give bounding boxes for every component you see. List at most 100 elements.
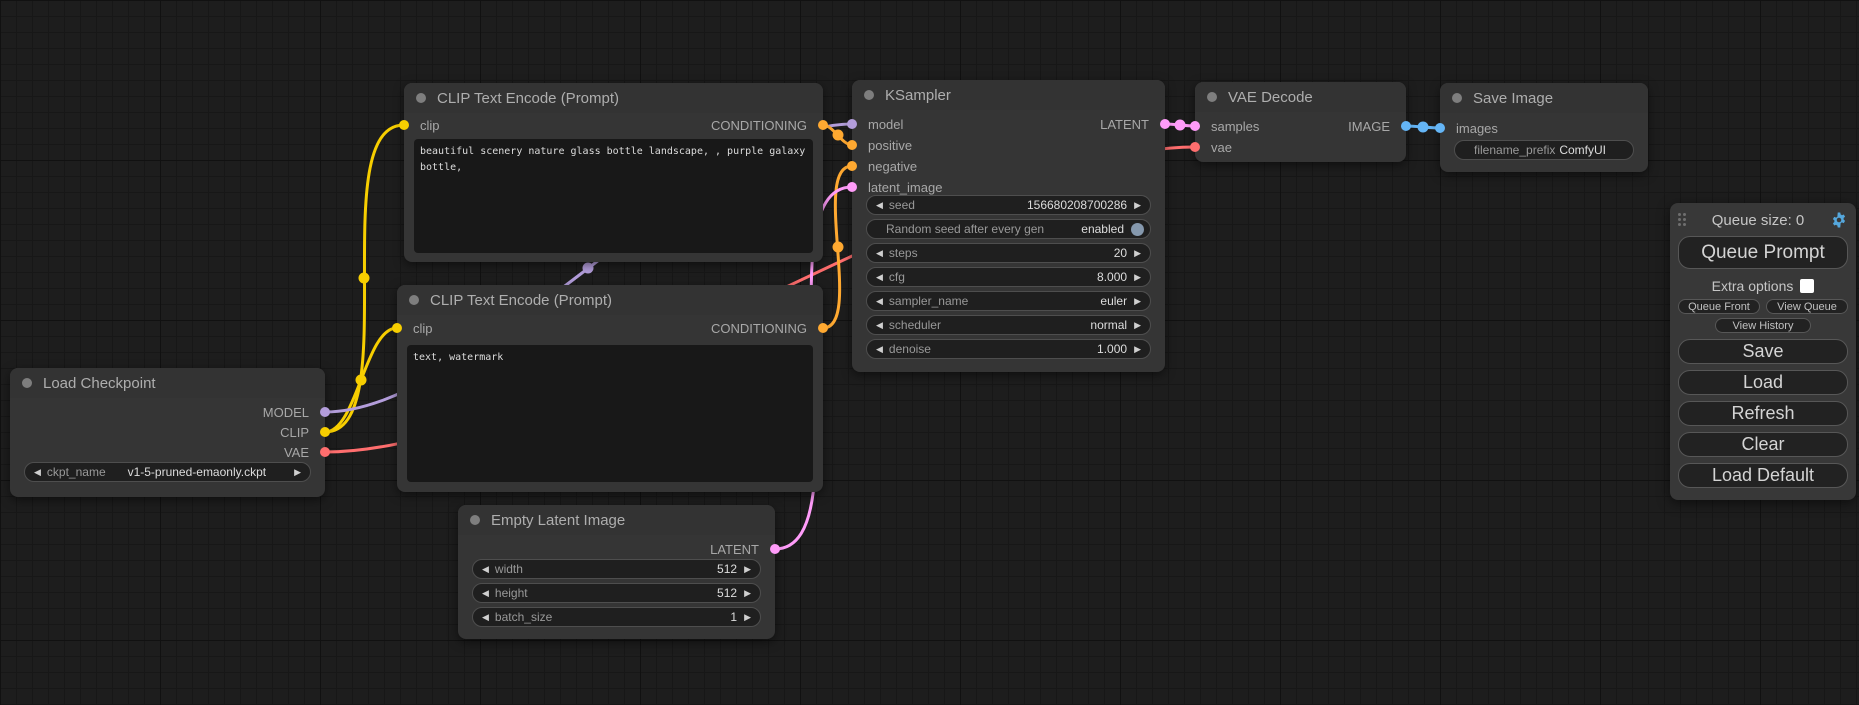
queue-prompt-button[interactable]: Queue Prompt — [1678, 236, 1848, 269]
toggle-knob[interactable] — [1131, 223, 1144, 236]
port-out-vae[interactable] — [320, 447, 330, 457]
widget-ckpt-name[interactable]: ◀ ckpt_name v1-5-pruned-emaonly.ckpt ▶ — [24, 462, 311, 482]
decrement-arrow-icon[interactable]: ◀ — [876, 321, 883, 330]
drag-handle-icon[interactable] — [1678, 213, 1686, 227]
port-out-conditioning[interactable] — [818, 323, 828, 333]
decrement-arrow-icon[interactable]: ◀ — [482, 565, 489, 574]
link-midpoint-dot[interactable] — [356, 375, 367, 386]
port-out-model[interactable] — [320, 407, 330, 417]
widget-denoise[interactable]: ◀ denoise 1.000 ▶ — [866, 339, 1151, 359]
node-title-bar[interactable]: CLIP Text Encode (Prompt) — [397, 285, 823, 315]
increment-arrow-icon[interactable]: ▶ — [1134, 321, 1141, 330]
port-row: positive — [852, 135, 1165, 155]
port-in-negative[interactable] — [847, 161, 857, 171]
link-midpoint-dot[interactable] — [833, 130, 844, 141]
clear-button[interactable]: Clear — [1678, 432, 1848, 457]
port-in-clip[interactable] — [392, 323, 402, 333]
node-clip-text-encode-positive[interactable]: CLIP Text Encode (Prompt) clip CONDITION… — [404, 83, 823, 262]
link-midpoint-dot[interactable] — [359, 273, 370, 284]
node-save-image[interactable]: Save Image images filename_prefix ComfyU… — [1440, 83, 1648, 172]
node-title-bar[interactable]: Empty Latent Image — [458, 505, 775, 535]
port-out-latent[interactable] — [770, 544, 780, 554]
widget-steps[interactable]: ◀ steps 20 ▶ — [866, 243, 1151, 263]
widget-cfg[interactable]: ◀ cfg 8.000 ▶ — [866, 267, 1151, 287]
extra-options-checkbox[interactable] — [1800, 279, 1814, 293]
collapse-dot-icon[interactable] — [1207, 92, 1217, 102]
increment-arrow-icon[interactable]: ▶ — [744, 613, 751, 622]
port-in-samples[interactable] — [1190, 121, 1200, 131]
widget-filename-prefix[interactable]: filename_prefix ComfyUI — [1454, 140, 1634, 160]
collapse-dot-icon[interactable] — [1452, 93, 1462, 103]
port-in-latent-image[interactable] — [847, 182, 857, 192]
port-out-conditioning[interactable] — [818, 120, 828, 130]
link-midpoint-dot[interactable] — [833, 242, 844, 253]
node-title: CLIP Text Encode (Prompt) — [437, 90, 619, 107]
node-title-bar[interactable]: KSampler — [852, 80, 1165, 110]
node-title-bar[interactable]: CLIP Text Encode (Prompt) — [404, 83, 823, 113]
node-title-bar[interactable]: VAE Decode — [1195, 82, 1406, 112]
port-in-vae[interactable] — [1190, 142, 1200, 152]
port-label: positive — [868, 138, 912, 153]
node-title-bar[interactable]: Save Image — [1440, 83, 1648, 113]
increment-arrow-icon[interactable]: ▶ — [1134, 249, 1141, 258]
port-out-image[interactable] — [1401, 121, 1411, 131]
port-out-latent[interactable] — [1160, 119, 1170, 129]
decrement-arrow-icon[interactable]: ◀ — [876, 297, 883, 306]
collapse-dot-icon[interactable] — [416, 93, 426, 103]
widget-label: seed — [889, 198, 915, 212]
port-in-clip[interactable] — [399, 120, 409, 130]
node-vae-decode[interactable]: VAE Decode samples IMAGE vae — [1195, 82, 1406, 162]
view-history-button[interactable]: View History — [1715, 318, 1811, 333]
increment-arrow-icon[interactable]: ▶ — [1134, 273, 1141, 282]
queue-front-button[interactable]: Queue Front — [1678, 299, 1760, 314]
collapse-dot-icon[interactable] — [409, 295, 419, 305]
widget-random-seed-toggle[interactable]: Random seed after every gen enabled — [866, 219, 1151, 239]
widget-sampler-name[interactable]: ◀ sampler_name euler ▶ — [866, 291, 1151, 311]
port-label: MODEL — [263, 405, 309, 420]
gear-icon[interactable] — [1830, 211, 1848, 229]
node-empty-latent-image[interactable]: Empty Latent Image LATENT ◀ width 512 ▶ … — [458, 505, 775, 639]
increment-arrow-icon[interactable]: ▶ — [1134, 201, 1141, 210]
decrement-arrow-icon[interactable]: ◀ — [34, 468, 41, 477]
load-button[interactable]: Load — [1678, 370, 1848, 395]
refresh-button[interactable]: Refresh — [1678, 401, 1848, 426]
widget-seed[interactable]: ◀ seed 156680208700286 ▶ — [866, 195, 1151, 215]
decrement-arrow-icon[interactable]: ◀ — [876, 201, 883, 210]
collapse-dot-icon[interactable] — [864, 90, 874, 100]
widget-width[interactable]: ◀ width 512 ▶ — [472, 559, 761, 579]
link-midpoint-dot[interactable] — [1418, 122, 1429, 133]
collapse-dot-icon[interactable] — [470, 515, 480, 525]
widget-value: enabled — [1081, 222, 1124, 236]
link-midpoint-dot[interactable] — [583, 263, 594, 274]
increment-arrow-icon[interactable]: ▶ — [1134, 345, 1141, 354]
decrement-arrow-icon[interactable]: ◀ — [876, 249, 883, 258]
widget-scheduler[interactable]: ◀ scheduler normal ▶ — [866, 315, 1151, 335]
port-in-images[interactable] — [1435, 123, 1445, 133]
prompt-textarea[interactable]: beautiful scenery nature glass bottle la… — [414, 139, 813, 253]
widget-value: 156680208700286 — [1027, 198, 1127, 212]
decrement-arrow-icon[interactable]: ◀ — [482, 613, 489, 622]
port-in-positive[interactable] — [847, 140, 857, 150]
link-midpoint-dot[interactable] — [1175, 120, 1186, 131]
increment-arrow-icon[interactable]: ▶ — [744, 589, 751, 598]
port-out-clip[interactable] — [320, 427, 330, 437]
widget-height[interactable]: ◀ height 512 ▶ — [472, 583, 761, 603]
node-ksampler[interactable]: KSampler model LATENT positive negative … — [852, 80, 1165, 372]
prompt-textarea[interactable]: text, watermark — [407, 345, 813, 482]
increment-arrow-icon[interactable]: ▶ — [1134, 297, 1141, 306]
increment-arrow-icon[interactable]: ▶ — [294, 468, 301, 477]
node-load-checkpoint[interactable]: Load Checkpoint MODEL CLIP VAE ◀ ckpt_na… — [10, 368, 325, 497]
collapse-dot-icon[interactable] — [22, 378, 32, 388]
node-clip-text-encode-negative[interactable]: CLIP Text Encode (Prompt) clip CONDITION… — [397, 285, 823, 492]
decrement-arrow-icon[interactable]: ◀ — [876, 345, 883, 354]
widget-batch-size[interactable]: ◀ batch_size 1 ▶ — [472, 607, 761, 627]
save-button[interactable]: Save — [1678, 339, 1848, 364]
increment-arrow-icon[interactable]: ▶ — [744, 565, 751, 574]
node-title-bar[interactable]: Load Checkpoint — [10, 368, 325, 398]
widget-label: batch_size — [495, 610, 552, 624]
port-in-model[interactable] — [847, 119, 857, 129]
view-queue-button[interactable]: View Queue — [1766, 299, 1848, 314]
decrement-arrow-icon[interactable]: ◀ — [876, 273, 883, 282]
load-default-button[interactable]: Load Default — [1678, 463, 1848, 488]
decrement-arrow-icon[interactable]: ◀ — [482, 589, 489, 598]
